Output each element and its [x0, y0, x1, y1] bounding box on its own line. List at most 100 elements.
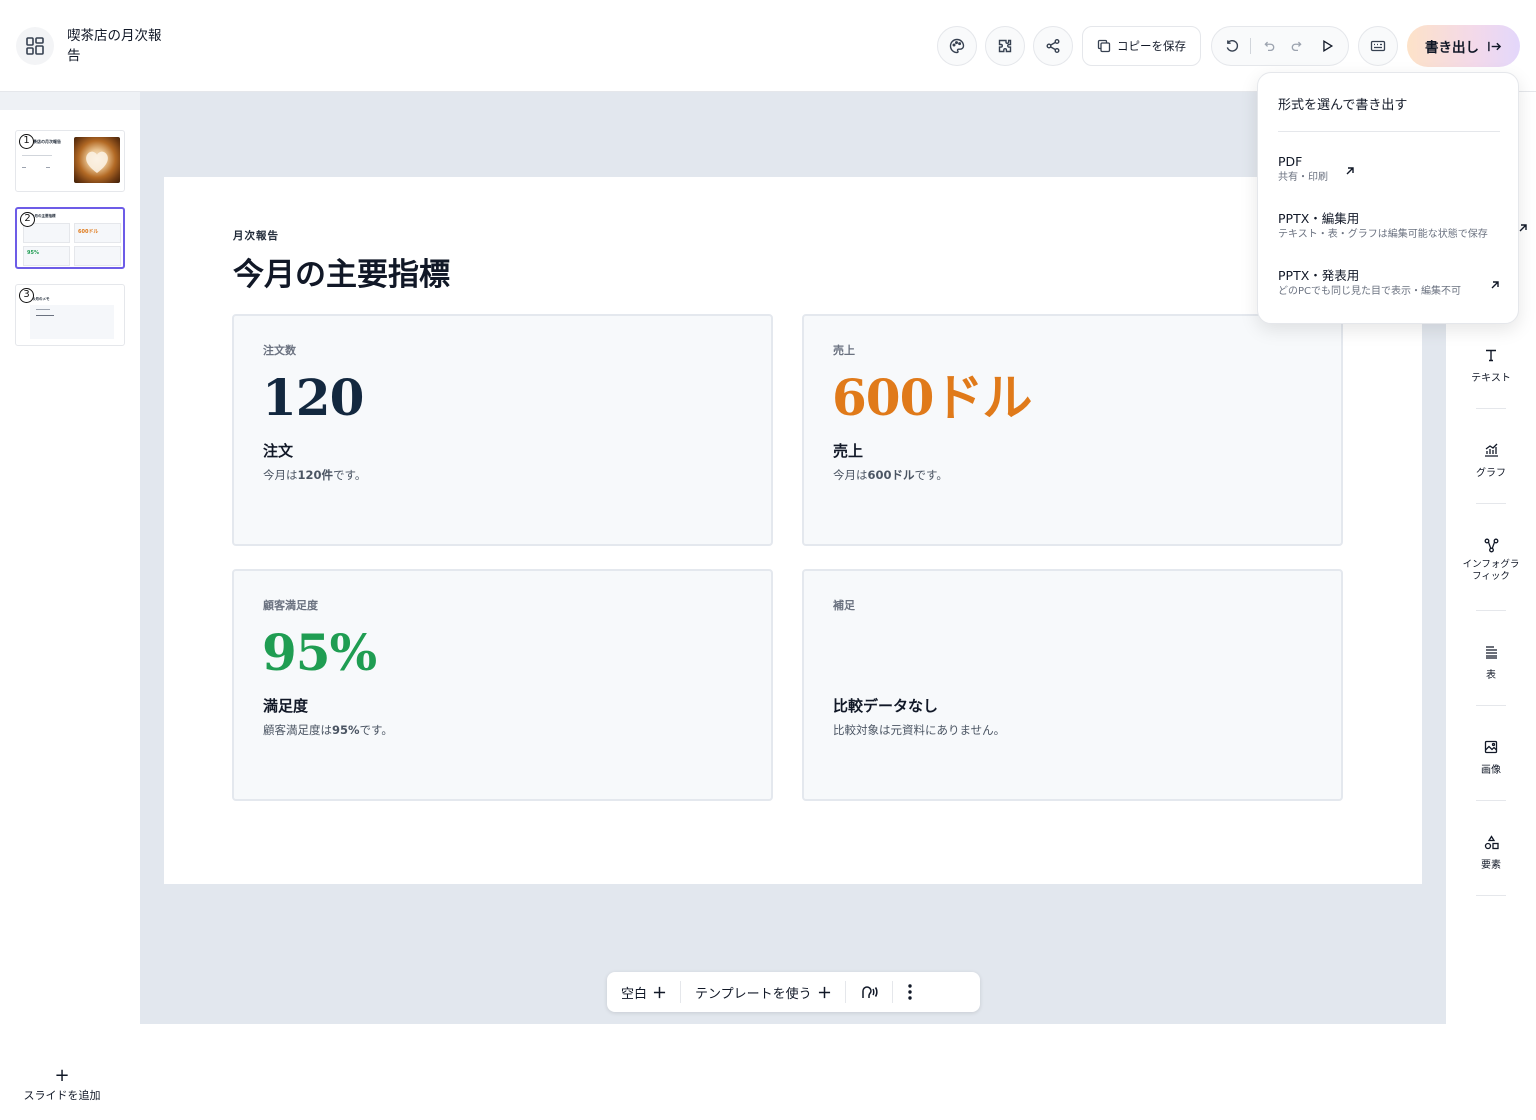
export-option-pptx-edit[interactable]: PPTX・編集用 テキスト・表・グラフは編集可能な状態で保存: [1278, 210, 1513, 242]
thumbnail-line: [46, 167, 50, 168]
card-label: 顧客満足度: [263, 599, 318, 612]
desc-bold: 600ドル: [867, 468, 915, 482]
app-menu-button[interactable]: [16, 27, 54, 65]
tool-elements[interactable]: 要素: [1460, 831, 1522, 871]
more-vertical-icon: [907, 984, 912, 1000]
thumbnail-card: [30, 305, 114, 339]
metric-card-sales[interactable]: 売上 600ドル 売上 今月は600ドルです。: [802, 314, 1343, 546]
metric-card-orders[interactable]: 注文数 120 注文 今月は120件です。: [232, 314, 773, 546]
option-hint: 共有・印刷: [1278, 172, 1328, 183]
export-option-pptx-present[interactable]: PPTX・発表用 どのPCでも同じ見た目で表示・編集不可: [1278, 267, 1513, 299]
metric-card-satisfaction[interactable]: 顧客満足度 95% 満足度 顧客満足度は95%です。: [232, 569, 773, 801]
slides-panel: 1 喫茶店の月次報告 2 今月の主要指標 600ドル 95% 3 今月のメモ +…: [0, 92, 140, 1102]
metric-card-note[interactable]: 補足 比較データなし 比較対象は元資料にありません。: [802, 569, 1343, 801]
tool-label: 表: [1486, 670, 1496, 681]
document-title[interactable]: 喫茶店の月次報告: [67, 26, 167, 66]
keyboard-icon: [1370, 40, 1386, 52]
add-slide-button[interactable]: + スライドを追加: [6, 1065, 118, 1120]
thumbnail-title: 今月のメモ: [32, 297, 50, 301]
grid-icon: [26, 37, 44, 55]
export-arrow-icon: [1488, 41, 1502, 51]
play-icon: [1323, 40, 1334, 52]
canvas: 月次報告 今月の主要指標 注文数 120 注文 今月は120件です。 売上 60…: [140, 92, 1446, 1024]
desc-bold: 95%: [332, 723, 360, 737]
option-name: PPTX・発表用: [1278, 268, 1360, 283]
export-button[interactable]: 書き出し: [1407, 25, 1520, 67]
card-label: 売上: [833, 344, 855, 357]
undo-button[interactable]: [1256, 34, 1280, 58]
infographic-icon: [1484, 538, 1498, 552]
card-label: 補足: [833, 599, 855, 612]
tool-label: 要素: [1481, 860, 1501, 871]
tool-label: テキスト: [1471, 373, 1511, 384]
palette-icon: [949, 38, 965, 54]
template-label: テンプレートを使う: [695, 986, 812, 1002]
slide[interactable]: 月次報告 今月の主要指標 注文数 120 注文 今月は120件です。 売上 60…: [164, 177, 1422, 884]
divider: [1250, 38, 1252, 54]
desc-text: 今月は: [833, 468, 868, 482]
slide-number: 1: [19, 134, 34, 149]
keyboard-shortcuts-button[interactable]: [1358, 26, 1398, 66]
divider: [1476, 800, 1506, 801]
divider: [1476, 705, 1506, 706]
card-heading: 売上: [833, 442, 864, 460]
option-name: PDF: [1278, 154, 1303, 169]
export-option-pdf[interactable]: PDF 共有・印刷: [1278, 153, 1513, 185]
voice-button[interactable]: [846, 980, 892, 1004]
plugins-button[interactable]: [985, 26, 1025, 66]
slide-kicker[interactable]: 月次報告: [233, 228, 279, 243]
desc-text: です。: [359, 723, 393, 737]
copy-icon: [1097, 39, 1111, 53]
plus-icon: +: [54, 1065, 70, 1086]
card-description: 比較対象は元資料にありません。: [833, 722, 1005, 738]
divider: [1476, 503, 1506, 504]
export-menu-title: 形式を選んで書き出す: [1278, 98, 1408, 113]
export-menu: 形式を選んで書き出す PDF 共有・印刷 PPTX・編集用 テキスト・表・グラフ…: [1257, 72, 1527, 324]
thumbnail-line: [22, 155, 52, 156]
reset-button[interactable]: [1221, 34, 1245, 58]
slide-thumbnail-1[interactable]: 1 喫茶店の月次報告: [15, 130, 125, 192]
tool-label: 画像: [1481, 765, 1501, 776]
thumbnail-line: [36, 309, 50, 310]
use-template-button[interactable]: テンプレートを使う: [681, 980, 845, 1004]
tool-table[interactable]: 表: [1460, 641, 1522, 681]
card-heading: 注文: [263, 442, 294, 460]
desc-text: です。: [914, 468, 948, 482]
tool-chart[interactable]: グラフ: [1460, 439, 1522, 479]
plus-icon: [653, 986, 666, 998]
thumbnail-card: 95%: [23, 246, 70, 266]
slide-thumbnail-3[interactable]: 3 今月のメモ: [15, 284, 125, 346]
present-button[interactable]: [1315, 34, 1339, 58]
card-heading: 満足度: [263, 697, 309, 715]
voice-icon: [861, 986, 878, 998]
card-value: 600ドル: [832, 368, 1032, 427]
external-arrow-icon: [1346, 167, 1354, 175]
card-value: 95%: [262, 623, 377, 682]
tool-text[interactable]: テキスト: [1460, 344, 1522, 384]
external-arrow-icon: [1491, 281, 1499, 289]
redo-button[interactable]: [1286, 34, 1310, 58]
card-description: 今月は120件です。: [263, 467, 366, 483]
latte-art-image: [74, 137, 120, 183]
tool-image[interactable]: 画像: [1460, 736, 1522, 776]
slide-title[interactable]: 今月の主要指標: [233, 249, 450, 294]
option-name: PPTX・編集用: [1278, 211, 1360, 226]
save-copy-button[interactable]: コピーを保存: [1082, 26, 1201, 66]
text-icon: [1486, 349, 1496, 362]
slides-list: 1 喫茶店の月次報告 2 今月の主要指標 600ドル 95% 3 今月のメモ +…: [0, 110, 140, 1102]
undo-icon: [1264, 41, 1275, 52]
slide-number: 2: [20, 212, 35, 227]
divider: [1476, 610, 1506, 611]
puzzle-icon: [998, 39, 1012, 53]
more-options-button[interactable]: [893, 980, 927, 1004]
add-blank-slide-button[interactable]: 空白: [607, 980, 680, 1004]
option-hint: テキスト・表・グラフは編集可能な状態で保存: [1278, 229, 1488, 240]
card-value: 120: [262, 368, 364, 427]
refresh-icon: [1226, 39, 1239, 52]
slide-thumbnail-2[interactable]: 2 今月の主要指標 600ドル 95%: [15, 207, 125, 269]
history-controls: [1211, 26, 1349, 66]
share-button[interactable]: [1033, 26, 1073, 66]
tool-label: グラフ: [1476, 468, 1506, 479]
tool-infographic[interactable]: インフォグラフィック: [1460, 534, 1522, 583]
theme-button[interactable]: [937, 26, 977, 66]
